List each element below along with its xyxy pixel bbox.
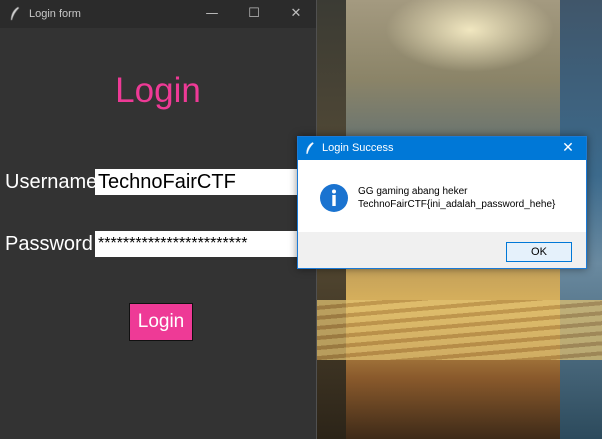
wallpaper-detail [316, 300, 602, 360]
dialog-footer: OK [298, 232, 586, 268]
window-title: Login form [29, 8, 81, 20]
username-input[interactable] [95, 169, 300, 195]
ok-button[interactable]: OK [506, 242, 572, 262]
login-form-window: Login form — ☐ ✕ Login Username Password… [0, 0, 317, 439]
username-label: Username [5, 171, 98, 193]
password-input[interactable] [95, 231, 300, 257]
feather-icon [306, 142, 314, 154]
dialog-title: Login Success [322, 142, 394, 154]
dialog-message-line: GG gaming abang heker [358, 186, 468, 197]
maximize-button[interactable]: ☐ [232, 0, 276, 28]
feather-icon [10, 6, 20, 21]
info-icon [320, 184, 348, 212]
minimize-button[interactable]: — [190, 0, 234, 28]
login-button[interactable]: Login [129, 303, 193, 341]
page-title: Login [115, 71, 201, 110]
dialog-titlebar[interactable]: Login Success ✕ [298, 137, 586, 160]
login-success-dialog: Login Success ✕ GG gaming abang heker Te… [297, 136, 587, 269]
close-button[interactable]: ✕ [274, 0, 318, 28]
dialog-body: GG gaming abang heker TechnoFairCTF{ini_… [298, 160, 586, 232]
dialog-close-button[interactable]: ✕ [554, 137, 582, 160]
login-form: Login Username Password Login [0, 28, 316, 439]
dialog-message-line: TechnoFairCTF{ini_adalah_password_hehe} [358, 199, 556, 210]
window-titlebar[interactable]: Login form — ☐ ✕ [0, 0, 316, 28]
password-label: Password [5, 233, 93, 255]
